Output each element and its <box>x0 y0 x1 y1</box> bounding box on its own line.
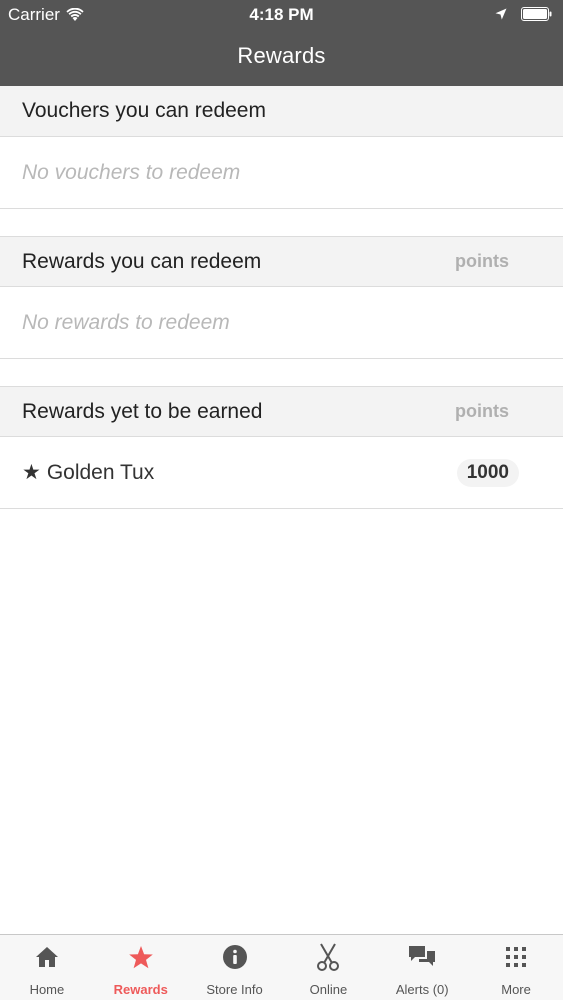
star-icon <box>127 943 155 971</box>
battery-icon <box>521 7 552 21</box>
reward-name: Golden Tux <box>46 460 155 484</box>
rewards-content: Vouchers you can redeem No vouchers to r… <box>0 86 563 509</box>
tab-store-info[interactable]: Store Info <box>188 935 282 1000</box>
star-icon: ★ <box>22 461 41 484</box>
to-earn-section-title: Rewards yet to be earned <box>22 399 263 423</box>
reward-row-golden-tux[interactable]: ★ Golden Tux 1000 <box>0 437 563 509</box>
tab-rewards[interactable]: Rewards <box>94 935 188 1000</box>
tab-alerts-label: Alerts (0) <box>395 982 449 997</box>
to-earn-section-header: Rewards yet to be earned points <box>0 386 563 437</box>
section-spacer <box>0 359 563 386</box>
scissors-icon <box>314 943 342 971</box>
tab-rewards-label: Rewards <box>113 982 168 997</box>
redeemable-section-title: Rewards you can redeem <box>22 249 262 273</box>
tab-home-label: Home <box>29 982 65 997</box>
status-right <box>495 7 553 21</box>
redeemable-points-column: points <box>455 251 509 271</box>
redeemable-section-header: Rewards you can redeem points <box>0 236 563 287</box>
vouchers-empty-row: No vouchers to redeem <box>0 137 563 209</box>
tab-online-label: Online <box>309 982 348 997</box>
grid-icon <box>502 943 530 971</box>
chat-icon <box>408 943 436 971</box>
page-title: Rewards <box>237 43 326 68</box>
home-icon <box>33 943 61 971</box>
vouchers-section-header: Vouchers you can redeem <box>0 86 563 137</box>
tab-store-info-label: Store Info <box>206 982 263 997</box>
info-icon <box>221 943 249 971</box>
vouchers-empty-text: No vouchers to redeem <box>22 160 241 184</box>
status-bar: Carrier 4:18 PM <box>0 0 563 30</box>
tab-alerts[interactable]: Alerts (0) <box>375 935 469 1000</box>
location-arrow-icon <box>495 8 507 20</box>
tab-more-label: More <box>501 982 531 997</box>
to-earn-points-column: points <box>455 401 509 421</box>
tab-online[interactable]: Online <box>281 935 375 1000</box>
reward-points-badge: 1000 <box>456 458 519 487</box>
tab-home[interactable]: Home <box>0 935 94 1000</box>
vouchers-section-title: Vouchers you can redeem <box>22 99 266 122</box>
tab-more[interactable]: More <box>469 935 563 1000</box>
status-time: 4:18 PM <box>249 5 314 24</box>
reward-name-wrap: ★ Golden Tux <box>22 460 154 485</box>
tab-bar: Home Rewards Store Info Online Alerts (0… <box>0 934 563 1000</box>
app-header: Carrier 4:18 PM Rewards <box>0 0 563 86</box>
redeemable-empty-row: No rewards to redeem <box>0 287 563 359</box>
section-spacer <box>0 209 563 236</box>
redeemable-empty-text: No rewards to redeem <box>22 310 230 334</box>
